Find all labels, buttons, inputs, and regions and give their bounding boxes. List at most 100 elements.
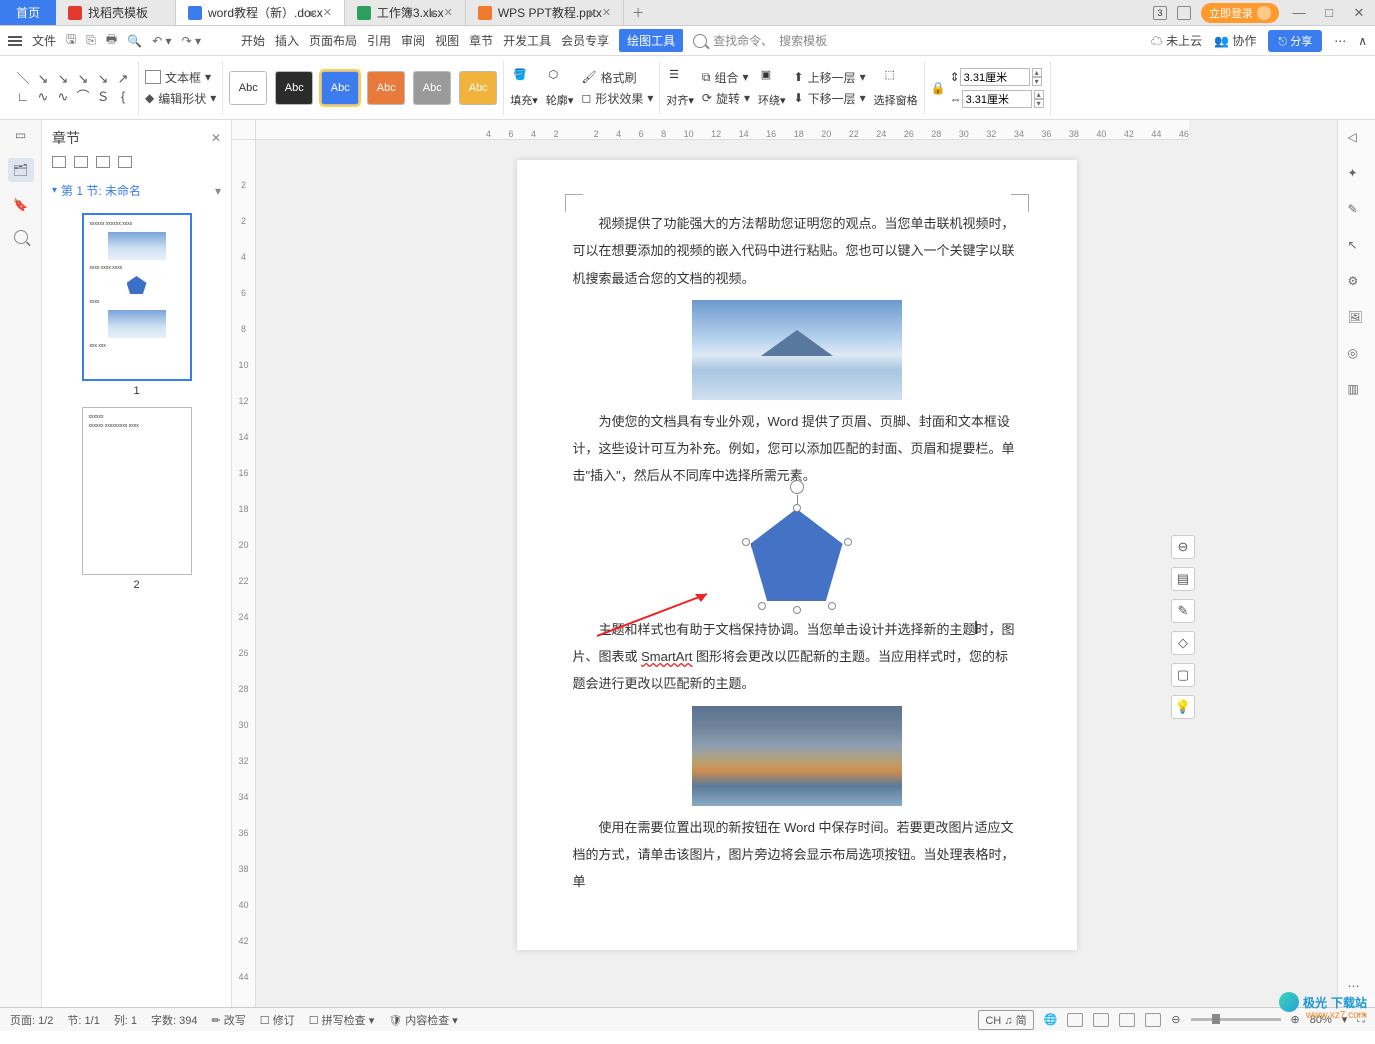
width-spin-down[interactable]: ▾	[1034, 99, 1044, 108]
section-node[interactable]: ▾第 1 节: 未命名▾	[52, 178, 221, 203]
menu-reference[interactable]: 引用	[367, 32, 391, 49]
status-lang-icon[interactable]: 🌐	[1044, 1013, 1058, 1026]
ribbon-collapse-icon[interactable]: ∧	[1358, 34, 1367, 48]
add-tab-button[interactable]: ＋	[624, 0, 652, 25]
style-swatches[interactable]: Abc Abc Abc Abc Abc Abc	[223, 61, 504, 115]
vertical-ruler[interactable]: 2246810121416182022242628303234363840424…	[232, 140, 256, 1007]
resize-handle[interactable]	[844, 538, 852, 546]
rpanel-style-icon[interactable]: ✦	[1348, 166, 1366, 184]
rail-chapter-icon[interactable]: 🗂	[8, 158, 34, 182]
qat-print-icon[interactable]: 🖶	[106, 30, 117, 51]
page-thumbnail-1[interactable]: xxxxxx xxxxxx xxxxxxxx xxxx xxxxxxxxxxx …	[82, 213, 192, 381]
menu-start[interactable]: 开始	[241, 32, 265, 49]
shape-gallery[interactable]: ＼↘↘↘↘↗ ∟∿∿⌒Ｓ{	[14, 71, 132, 105]
window-workspace-icon[interactable]: 3	[1153, 6, 1167, 20]
float-collapse-icon[interactable]: ⊖	[1171, 535, 1195, 559]
resize-handle[interactable]	[793, 504, 801, 512]
outline-button[interactable]: ⬡轮廓▾	[546, 68, 574, 108]
rpanel-select-icon[interactable]: ↖	[1348, 238, 1366, 256]
rpanel-location-icon[interactable]: ◎	[1348, 346, 1366, 364]
share-button[interactable]: ⎋ 分享	[1268, 30, 1322, 52]
tab-pptx[interactable]: WPS PPT教程.pptx ▸ ✕	[466, 0, 624, 25]
swatch-1[interactable]: Abc	[229, 71, 267, 105]
status-contentcheck[interactable]: 🛡 内容检查 ▾	[388, 1012, 458, 1028]
selection-pane-button[interactable]: ⬚选择窗格	[874, 68, 918, 108]
menu-vip[interactable]: 会员专享	[561, 32, 609, 49]
status-edit[interactable]: ☐ 修订	[260, 1012, 295, 1028]
float-layout-icon[interactable]: ▤	[1171, 567, 1195, 591]
status-column[interactable]: 列: 1	[114, 1012, 137, 1028]
qat-saveas-icon[interactable]: ⎘	[86, 33, 96, 48]
menu-drawing-tools[interactable]: 绘图工具	[619, 29, 683, 52]
pentagon-shape[interactable]	[751, 509, 843, 601]
bring-forward-button[interactable]: ⬆上移一层▾	[794, 69, 866, 86]
selected-shape[interactable]	[742, 500, 852, 610]
rail-search-icon[interactable]	[12, 228, 30, 246]
swatch-5[interactable]: Abc	[413, 71, 451, 105]
login-button[interactable]: 立即登录	[1201, 3, 1279, 23]
fill-button[interactable]: 🪣填充▾	[510, 68, 538, 108]
float-edit-icon[interactable]: ✎	[1171, 599, 1195, 623]
edit-shape-button[interactable]: ◆编辑形状 ▾	[145, 90, 216, 107]
height-spin-up[interactable]: ▴	[1032, 68, 1042, 77]
rpanel-book-icon[interactable]: ▥	[1348, 382, 1366, 400]
rail-page-icon[interactable]: ▭	[12, 126, 30, 144]
window-minimize[interactable]: —	[1289, 5, 1309, 20]
swatch-3[interactable]: Abc	[321, 71, 359, 105]
tab-word-doc[interactable]: word教程（新）.docx ▸ ✕	[176, 0, 345, 25]
lock-icon[interactable]: 🔒	[931, 81, 946, 95]
nav-thumbnail-tools[interactable]	[52, 156, 221, 168]
nav-close-icon[interactable]: ✕	[211, 131, 221, 145]
resize-handle[interactable]	[758, 602, 766, 610]
qat-undo-icon[interactable]: ↶ ▾	[152, 34, 171, 48]
status-page[interactable]: 页面: 1/2	[10, 1012, 53, 1028]
width-input[interactable]	[962, 90, 1032, 108]
qat-redo-icon[interactable]: ↷ ▾	[182, 34, 201, 48]
textbox-button[interactable]: 文本框 ▾	[145, 69, 216, 86]
resize-handle[interactable]	[742, 538, 750, 546]
swatch-6[interactable]: Abc	[459, 71, 497, 105]
rpanel-image-icon[interactable]: 🖼	[1348, 310, 1366, 328]
image-mountain[interactable]	[692, 300, 902, 400]
rotate-handle[interactable]	[790, 480, 804, 494]
cooperate-button[interactable]: 👥 协作	[1214, 32, 1256, 49]
swatch-4[interactable]: Abc	[367, 71, 405, 105]
tab-close-icon[interactable]: ✕	[323, 6, 332, 19]
wrap-button[interactable]: ▣环绕▾	[758, 68, 786, 108]
qat-preview-icon[interactable]: 🔍	[127, 34, 142, 48]
rail-bookmark-icon[interactable]: 🔖	[12, 196, 30, 214]
float-idea-icon[interactable]: 💡	[1171, 695, 1195, 719]
zoom-in-icon[interactable]: ⊕	[1291, 1013, 1300, 1026]
rpanel-pen-icon[interactable]: ✎	[1348, 202, 1366, 220]
group-button[interactable]: ⧉组合▾	[702, 69, 750, 86]
ime-indicator[interactable]: CH ♫ 简	[978, 1010, 1033, 1030]
document-canvas[interactable]: 视频提供了功能强大的方法帮助您证明您的观点。当您单击联机视频时，可以在想要添加的…	[256, 140, 1337, 1007]
tab-close-icon[interactable]: ✕	[602, 6, 611, 19]
tab-menu-icon[interactable]: ▸	[589, 6, 595, 20]
send-backward-button[interactable]: ⬇下移一层▾	[794, 90, 866, 107]
menu-more-icon[interactable]: ⋯	[1334, 34, 1346, 48]
rpanel-settings-icon[interactable]: ⚙	[1348, 274, 1366, 292]
swatch-2[interactable]: Abc	[275, 71, 313, 105]
page-thumbnail-2[interactable]: xxxxxxxxxxxx xxxxxxxxx xxxx	[82, 407, 192, 575]
qat-save-icon[interactable]: 🖫	[66, 30, 76, 51]
cloud-status[interactable]: ☁ 未上云	[1151, 32, 1202, 49]
status-section[interactable]: 节: 1/1	[67, 1012, 99, 1028]
tab-templates[interactable]: 找稻壳模板	[56, 0, 176, 25]
image-autumn[interactable]	[692, 706, 902, 806]
view-read-icon[interactable]	[1145, 1013, 1161, 1027]
menu-dev[interactable]: 开发工具	[503, 32, 551, 49]
tab-menu-icon[interactable]: ▸	[310, 6, 316, 20]
shape-effect-button[interactable]: ◻形状效果▾	[581, 90, 653, 107]
rotate-button[interactable]: ⟳旋转▾	[702, 90, 750, 107]
window-close[interactable]: ✕	[1349, 5, 1369, 21]
rpanel-toggle-icon[interactable]: ◁	[1348, 130, 1366, 148]
tab-home[interactable]: 首页	[0, 0, 56, 25]
window-maximize[interactable]: □	[1319, 5, 1339, 20]
resize-handle[interactable]	[793, 606, 801, 614]
float-fill-icon[interactable]: ◇	[1171, 631, 1195, 655]
menu-review[interactable]: 审阅	[401, 32, 425, 49]
height-input[interactable]	[960, 68, 1030, 86]
hamburger-icon[interactable]	[8, 36, 22, 46]
menu-layout[interactable]: 页面布局	[309, 32, 357, 49]
